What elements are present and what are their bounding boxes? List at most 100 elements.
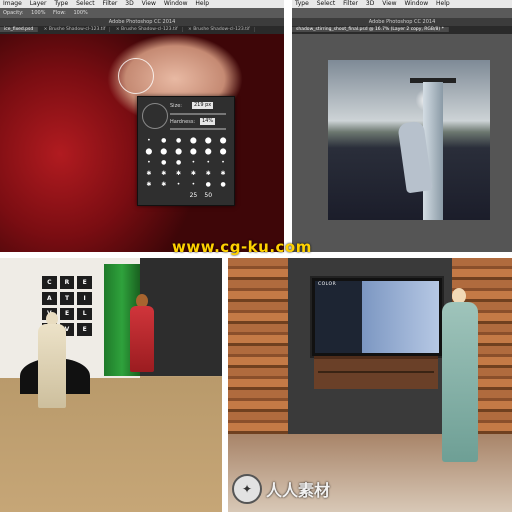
menu-bar: Type Select Filter 3D View Window Help (292, 0, 512, 8)
menu-bar: Image Layer Type Select Filter 3D View W… (0, 0, 284, 8)
sign-letter: I (77, 291, 92, 305)
brush-tip-preview-icon (142, 103, 168, 129)
logo-text: 人人素材 (266, 481, 331, 500)
menu-3d[interactable]: 3D (125, 0, 133, 7)
brush-tip-icon[interactable] (216, 191, 230, 201)
sign-letter: E (77, 323, 92, 336)
brush-tip-icon[interactable] (157, 191, 171, 201)
sign-letter: A (42, 291, 57, 305)
brush-tip-icon[interactable]: • (186, 157, 200, 167)
brush-tip-icon[interactable]: ● (157, 135, 171, 145)
hardness-field[interactable]: 14% (200, 118, 216, 125)
brush-tip-icon[interactable]: ● (172, 135, 186, 145)
menu-window[interactable]: Window (164, 0, 188, 7)
brush-tip-icon[interactable]: ⬤ (216, 135, 230, 145)
menu-3d[interactable]: 3D (366, 0, 374, 7)
menu-select[interactable]: Select (76, 0, 95, 7)
menu-filter[interactable]: Filter (343, 0, 358, 7)
brush-tip-icon[interactable]: ⬤ (201, 146, 215, 156)
dress (130, 306, 154, 372)
teal-dress (442, 302, 478, 462)
brush-preset-picker: Size: 219 px Hardness: 14% • ● ● ⬤ ⬤ ⬤ ⬤… (137, 96, 235, 206)
brush-tip-icon[interactable] (142, 191, 156, 201)
app-title: Adobe Photoshop CC 2014 (0, 18, 284, 26)
size-label: Size: (170, 103, 182, 109)
menu-window[interactable]: Window (404, 0, 428, 7)
opacity-label: Opacity: (3, 10, 24, 16)
sign-letter: L (77, 307, 92, 321)
sign-letter: C (42, 276, 57, 289)
tab-document[interactable]: × Brushe Shadow-cl-123.tif (39, 27, 111, 32)
flow-value[interactable]: 100% (73, 10, 87, 16)
menu-view[interactable]: View (382, 0, 396, 7)
brush-tip-icon[interactable]: ● (172, 157, 186, 167)
brush-tip-icon[interactable]: • (216, 157, 230, 167)
brush-tip-icon[interactable]: ● (201, 180, 215, 190)
brush-tip-icon[interactable]: ✱ (142, 180, 156, 190)
brush-tip-icon[interactable]: ● (216, 180, 230, 190)
studio-backdrop: C R E A T I V E L I V E (0, 258, 222, 512)
tab-document[interactable]: ice_fixed.psd (0, 27, 39, 32)
tv-heading: COLOR (318, 282, 337, 287)
brush-cursor-icon (118, 58, 154, 94)
options-bar: Opacity: 100% Flow: 100% (0, 8, 284, 18)
photoshop-window-brush: Image Layer Type Select Filter 3D View W… (0, 0, 284, 252)
menu-type[interactable]: Type (54, 0, 68, 7)
options-bar (292, 8, 512, 18)
brush-tip-size: 50 (204, 192, 213, 200)
brush-tip-icon[interactable] (172, 191, 186, 201)
menu-layer[interactable]: Layer (30, 0, 47, 7)
menu-type[interactable]: Type (295, 0, 309, 7)
brush-tip-icon[interactable]: ✱ (201, 168, 215, 178)
brush-tip-icon[interactable]: ✱ (157, 168, 171, 178)
tv-monitor: COLOR (310, 276, 444, 358)
wood-wall-left (228, 258, 288, 458)
sign-letter: E (77, 276, 92, 289)
logo-icon: ✦ (232, 474, 262, 504)
brush-tip-icon[interactable]: ✱ (142, 168, 156, 178)
tab-document[interactable]: shadow_stirring_shoot_final.psd @ 16.7% … (292, 27, 449, 32)
document-canvas[interactable] (292, 34, 512, 252)
brush-tip-icon[interactable]: ⬤ (216, 146, 230, 156)
brush-tip-icon[interactable]: • (142, 135, 156, 145)
size-field[interactable]: 219 px (192, 102, 214, 109)
brush-tip-icon[interactable]: ✱ (216, 168, 230, 178)
brush-tip-icon[interactable]: ⬤ (172, 146, 186, 156)
brush-tip-icon[interactable]: ⬤ (186, 146, 200, 156)
watermark-url: www.cg-ku.com (172, 238, 312, 256)
brush-tip-icon[interactable]: ✱ (157, 180, 171, 190)
menu-select[interactable]: Select (317, 0, 336, 7)
brush-tip-icon[interactable]: ✱ (186, 168, 200, 178)
brush-tip-icon[interactable]: ✱ (172, 168, 186, 178)
brush-tip-icon[interactable]: • (201, 157, 215, 167)
gown (38, 324, 66, 408)
menu-help[interactable]: Help (195, 0, 209, 7)
document-tabs: shadow_stirring_shoot_final.psd @ 16.7% … (292, 26, 512, 34)
brush-tip-icon[interactable]: ⬤ (186, 135, 200, 145)
composite-artwork (328, 60, 490, 220)
site-logo: ✦ 人人素材 (232, 474, 330, 504)
sign-letter: R (59, 276, 75, 289)
brush-tip-icon[interactable]: • (142, 157, 156, 167)
brush-tip-icon[interactable]: ● (157, 157, 171, 167)
brush-tip-icon[interactable]: • (186, 180, 200, 190)
tab-document[interactable]: × Brushe Shadow-cl-123.tif (111, 27, 183, 32)
menu-image[interactable]: Image (3, 0, 22, 7)
opacity-value[interactable]: 100% (31, 10, 45, 16)
brush-tip-icon[interactable]: • (172, 180, 186, 190)
brush-tip-icon[interactable]: ⬤ (201, 135, 215, 145)
hardness-label: Hardness: (170, 119, 196, 125)
credenza (314, 356, 438, 389)
menu-view[interactable]: View (142, 0, 156, 7)
hardness-slider[interactable] (170, 128, 226, 130)
brush-tip-size: 25 (189, 192, 198, 200)
menu-filter[interactable]: Filter (103, 0, 118, 7)
menu-help[interactable]: Help (436, 0, 450, 7)
collage: Image Layer Type Select Filter 3D View W… (0, 0, 512, 512)
size-slider[interactable] (170, 113, 226, 115)
brush-tip-icon[interactable]: ⬤ (157, 146, 171, 156)
photoshop-window-artwork: Type Select Filter 3D View Window Help A… (292, 0, 512, 252)
brush-tip-icon[interactable]: ⬤ (142, 146, 156, 156)
tab-document[interactable]: × Brushe Shadow-cl-123.tif (184, 27, 255, 32)
app-title: Adobe Photoshop CC 2014 (292, 18, 512, 26)
